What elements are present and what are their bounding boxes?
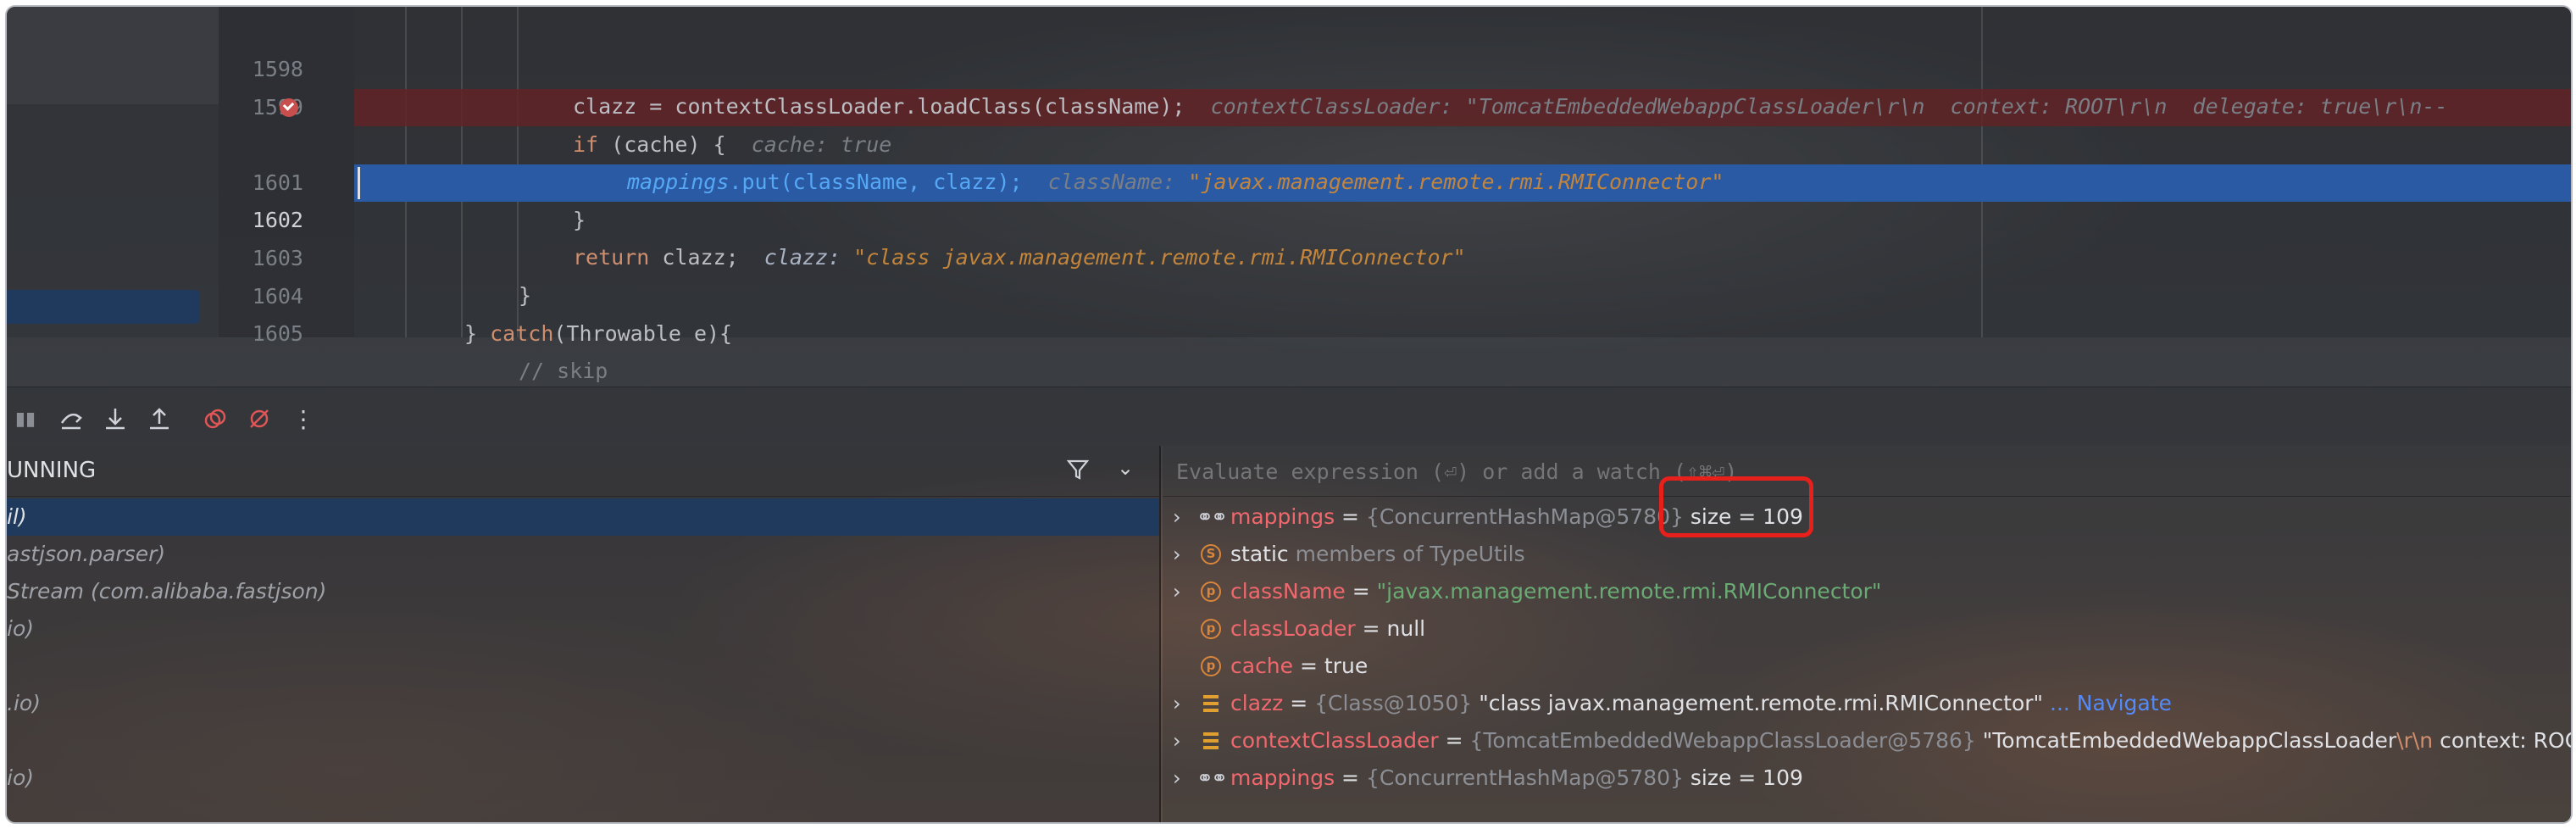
frame-item[interactable]: astjson.parser): [7, 536, 1159, 573]
step-out-icon[interactable]: [142, 402, 176, 436]
expand-chevron-icon[interactable]: ›: [1173, 759, 1193, 797]
variable-row[interactable]: › p className = "javax.management.remote…: [1163, 573, 2571, 610]
code-line[interactable]: 1602 return clazz; clazz: "class javax.m…: [7, 164, 2571, 270]
annotation-highlight-box: [1659, 476, 1813, 537]
variable-type: members of TypeUtils: [1288, 542, 1525, 566]
variable-name: static: [1230, 542, 1289, 566]
field-icon: [1200, 693, 1222, 715]
frame-item[interactable]: [7, 722, 1159, 759]
view-breakpoints-icon[interactable]: [198, 402, 232, 436]
code-line[interactable]: 1598 clazz = contextClassLoader.loadClas…: [7, 14, 2571, 119]
variable-name: mappings: [1230, 765, 1335, 790]
equals-sign: =: [1283, 691, 1315, 715]
static-members-icon: S: [1200, 543, 1222, 565]
frame-label: astjson.parser): [7, 542, 166, 566]
mute-breakpoints-icon[interactable]: [242, 402, 276, 436]
expand-chevron-icon[interactable]: ›: [1173, 536, 1193, 573]
navigate-link[interactable]: ... Navigate: [2043, 691, 2172, 715]
variable-name: clazz: [1230, 691, 1284, 715]
code-line[interactable]: 1605 // skip: [7, 278, 2571, 383]
variable-row[interactable]: p classLoader = null: [1163, 610, 2571, 648]
evaluate-bar: [1163, 446, 2571, 497]
frame-label: il): [7, 504, 27, 529]
expand-chevron-icon[interactable]: ›: [1173, 573, 1193, 610]
variable-row[interactable]: › contextClassLoader = {TomcatEmbeddedWe…: [1163, 722, 2571, 759]
variable-name: contextClassLoader: [1230, 728, 1439, 753]
watch-glasses-icon: ⚭⚭: [1196, 505, 1228, 529]
frames-header: UNNING ⌄: [7, 446, 1159, 497]
variable-name: className: [1230, 579, 1346, 604]
resume-icon[interactable]: ▮▮: [8, 402, 42, 436]
code-line[interactable]: 1603 }: [7, 203, 2571, 308]
variable-type: {Class@1050}: [1314, 691, 1473, 715]
more-icon[interactable]: ⋮: [286, 402, 320, 436]
variable-type: {ConcurrentHashMap@5780}: [1365, 765, 1684, 790]
code-line[interactable]: 1606 }: [7, 315, 2571, 337]
escape-sequence: \r\n: [2396, 728, 2434, 753]
frame-label: .io): [7, 691, 41, 715]
equals-sign: =: [1293, 654, 1324, 678]
variable-value: "class javax.management.remote.rmi.RMICo…: [1472, 691, 2044, 715]
chevron-down-icon[interactable]: ⌄: [1117, 456, 1134, 480]
frame-label: io): [7, 765, 34, 790]
debug-toolbar: [7, 387, 2571, 446]
variable-row[interactable]: › S static members of TypeUtils: [1163, 536, 2571, 573]
variables-panel: › ⚭⚭ mappings = {ConcurrentHashMap@5780}…: [1163, 446, 2571, 822]
variable-value: size = 109: [1683, 765, 1803, 790]
code-comment: // skip: [519, 359, 608, 383]
code-line[interactable]: 1601 }: [7, 127, 2571, 232]
step-into-icon[interactable]: [98, 402, 132, 436]
equals-sign: =: [1335, 765, 1366, 790]
frame-label: io): [7, 616, 34, 641]
frame-item[interactable]: io): [7, 759, 1159, 797]
field-icon: [1200, 730, 1222, 752]
expand-chevron-icon[interactable]: ›: [1173, 722, 1193, 759]
expand-chevron-icon[interactable]: ›: [1173, 498, 1193, 536]
variable-row[interactable]: › ⚭⚭ mappings = {ConcurrentHashMap@5780}…: [1163, 759, 2571, 797]
frame-item[interactable]: io): [7, 610, 1159, 648]
step-over-icon[interactable]: [54, 402, 88, 436]
code-line[interactable]: 1604 } catch(Throwable e){: [7, 241, 2571, 346]
frame-item[interactable]: .io): [7, 685, 1159, 722]
equals-sign: =: [1438, 728, 1470, 753]
variable-value: true: [1324, 654, 1368, 678]
frame-item[interactable]: il): [7, 498, 1159, 536]
variable-value: null: [1386, 616, 1426, 641]
watch-glasses-icon: ⚭⚭: [1196, 766, 1228, 790]
expand-chevron-icon[interactable]: ›: [1173, 685, 1193, 722]
frame-item[interactable]: Stream (com.alibaba.fastjson): [7, 573, 1159, 610]
variable-name: cache: [1230, 654, 1294, 678]
parameter-icon: p: [1200, 581, 1222, 603]
variable-value-tail: context: ROO: [2433, 728, 2573, 753]
variable-type: {ConcurrentHashMap@5780}: [1365, 504, 1684, 529]
variable-name: mappings: [1230, 504, 1335, 529]
equals-sign: =: [1335, 504, 1366, 529]
code-line[interactable]: mappings.put(className, clazz); classNam…: [7, 89, 2571, 194]
variable-row[interactable]: › clazz = {Class@1050} "class javax.mana…: [1163, 685, 2571, 722]
parameter-icon: p: [1200, 655, 1222, 677]
variable-type: {TomcatEmbeddedWebappClassLoader@5786}: [1469, 728, 1976, 753]
variable-string-value: "javax.management.remote.rmi.RMIConnecto…: [1376, 579, 1882, 604]
frame-item[interactable]: [7, 648, 1159, 685]
filter-icon[interactable]: [1066, 458, 1090, 485]
variable-value: "TomcatEmbeddedWebappClassLoader: [1975, 728, 2397, 753]
frame-label: Stream (com.alibaba.fastjson): [7, 579, 327, 604]
equals-sign: =: [1355, 616, 1387, 641]
variable-name: classLoader: [1230, 616, 1356, 641]
parameter-icon: p: [1200, 618, 1222, 640]
equals-sign: =: [1345, 579, 1377, 604]
variable-row[interactable]: p cache = true: [1163, 648, 2571, 685]
ide-window: 1598 clazz = contextClassLoader.loadClas…: [5, 5, 2573, 824]
thread-status-label: UNNING: [7, 458, 97, 483]
code-line[interactable]: 1599 if (cache) { cache: true: [7, 52, 2571, 157]
frames-panel: UNNING ⌄ il) astjson.parser) Stream (com…: [7, 446, 1161, 822]
variable-row[interactable]: › ⚭⚭ mappings = {ConcurrentHashMap@5780}…: [1163, 498, 2571, 536]
